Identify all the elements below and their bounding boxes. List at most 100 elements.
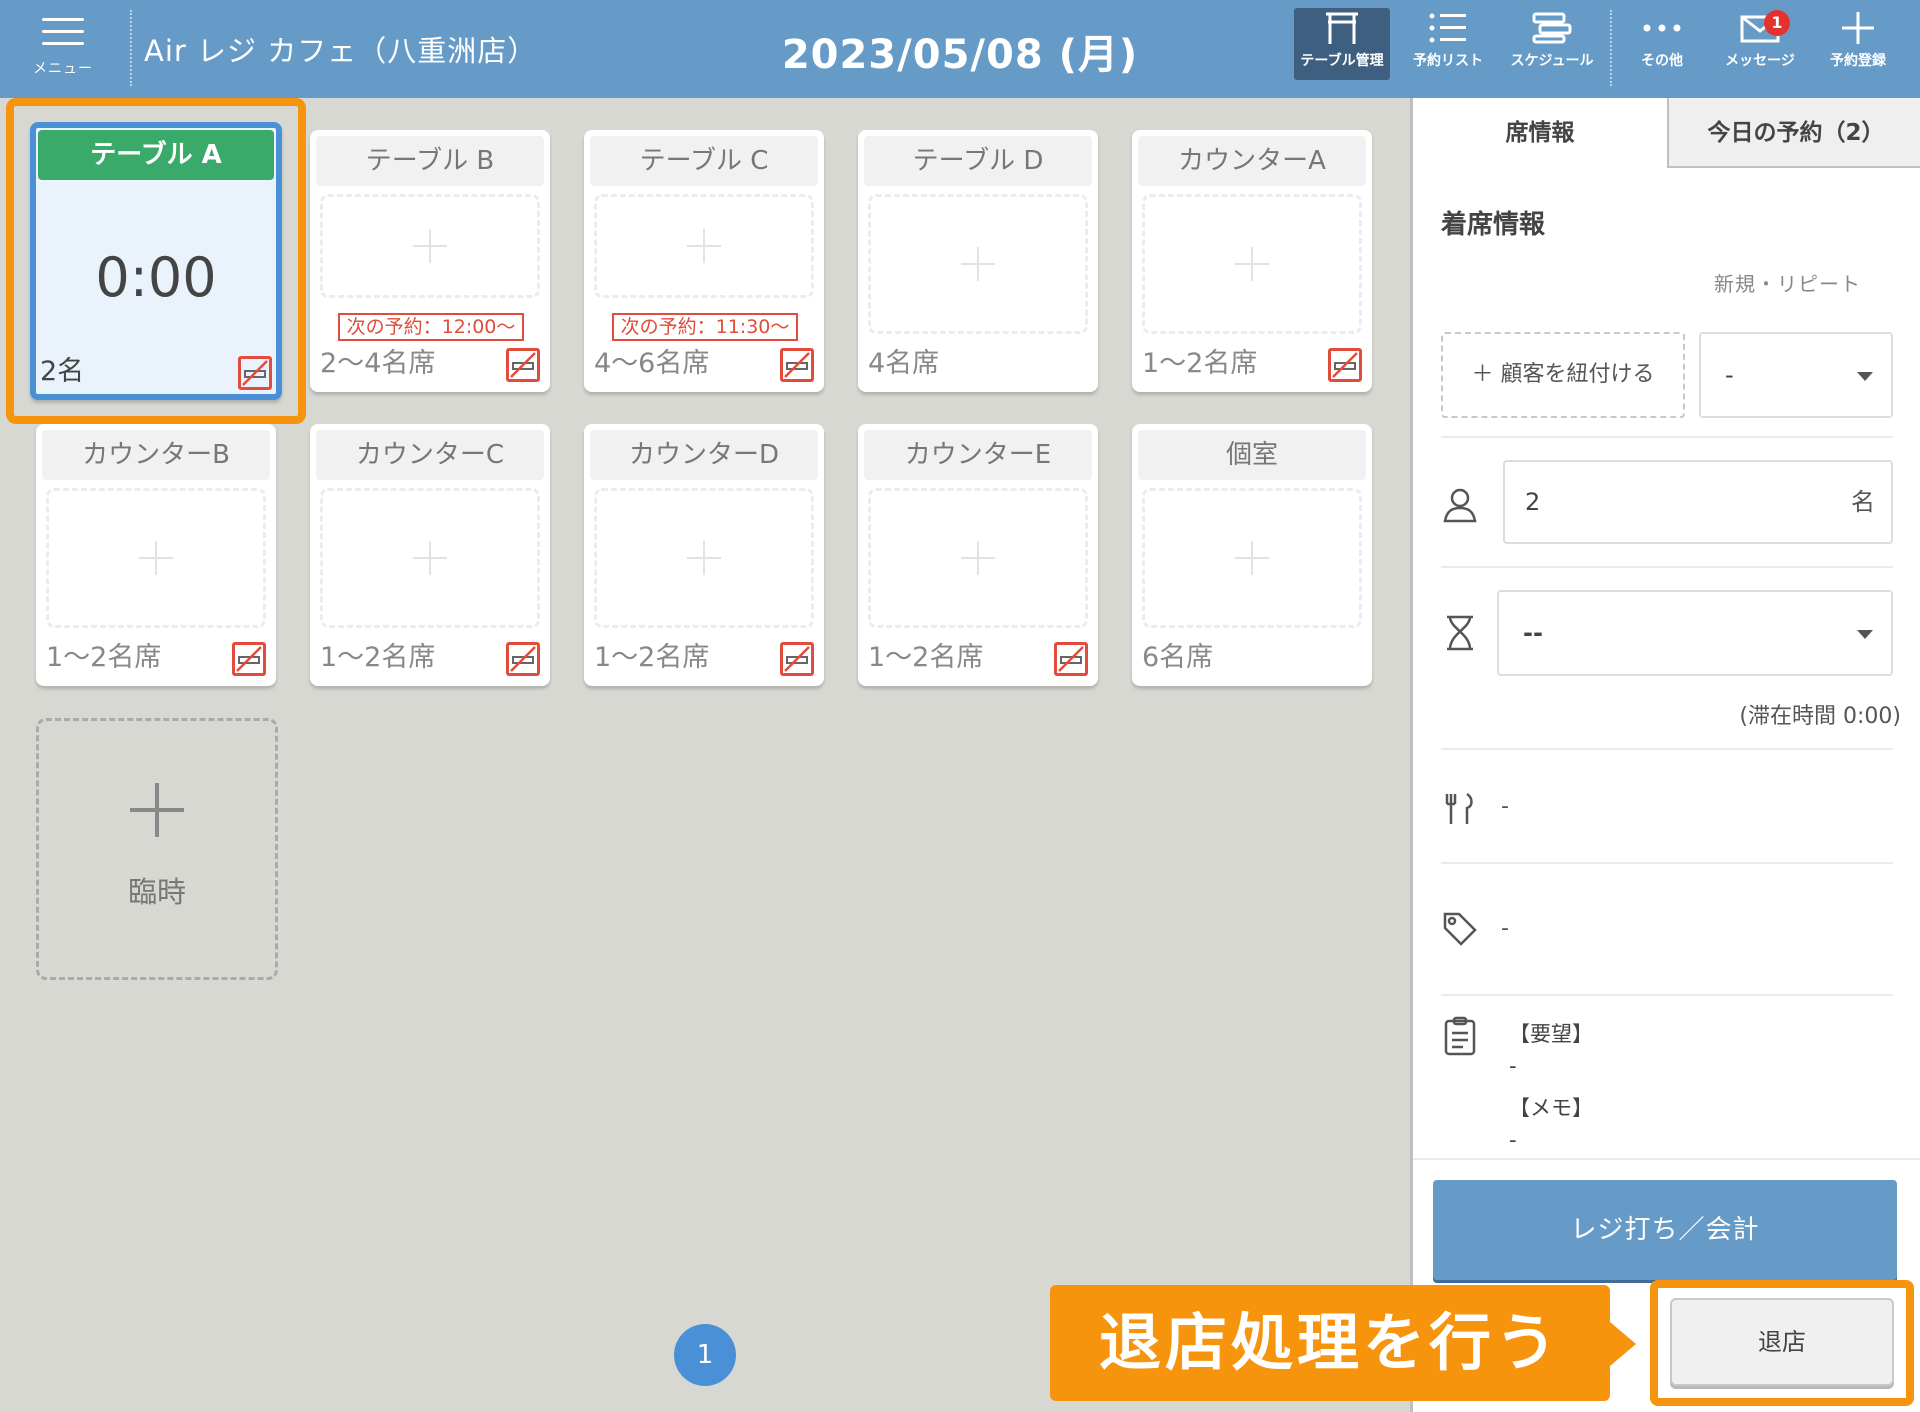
add-seating-slot[interactable] [320,488,540,628]
menu-button[interactable]: メニュー [22,16,104,82]
tag-icon [1441,910,1479,948]
nav-more[interactable]: その他 [1614,8,1710,80]
tag-value: - [1501,916,1509,941]
person-icon [1441,486,1479,524]
table-card-counter-a[interactable]: カウンターA 1〜2名席 [1132,130,1372,392]
add-seating-slot[interactable] [594,488,814,628]
guest-count: 2名 [40,356,85,387]
nav-label: その他 [1641,53,1683,69]
store-name: Air レジ カフェ（八重洲店） [144,34,538,68]
table-name: テーブル B [316,136,544,186]
plus-icon [961,541,995,575]
table-card-counter-b[interactable]: カウンターB 1〜2名席 [36,424,276,686]
nav-label: 予約リスト [1413,53,1483,69]
no-smoking-icon [1328,348,1362,382]
seat-capacity: 1〜2名席 [594,642,710,673]
no-smoking-icon [506,348,540,382]
plus-icon [687,541,721,575]
add-seating-slot[interactable] [868,488,1088,628]
duration-select[interactable]: -- [1497,590,1893,676]
add-seating-slot[interactable] [868,194,1088,334]
header-divider [130,10,132,86]
chevron-down-icon [1857,372,1873,381]
table-card-table-c[interactable]: テーブル C 次の予約：11:30〜 4〜6名席 [584,130,824,392]
nav-label: 予約登録 [1830,53,1886,69]
add-seating-slot[interactable] [46,488,266,628]
no-smoking-icon [232,642,266,676]
repeat-select[interactable]: - [1699,332,1893,418]
table-name: カウンターC [316,430,544,480]
seat-capacity: 2〜4名席 [320,348,436,379]
no-smoking-icon [780,642,814,676]
message-count-badge: 1 [1764,10,1790,36]
divider [1441,862,1893,864]
hourglass-icon [1441,614,1479,652]
divider [1441,566,1893,568]
divider [1413,1158,1920,1160]
schedule-icon [1504,8,1600,48]
seat-capacity: 1〜2名席 [1142,348,1258,379]
list-icon [1400,8,1496,48]
table-card-counter-d[interactable]: カウンターD 1〜2名席 [584,424,824,686]
seat-capacity: 4名席 [868,348,940,379]
hamburger-icon [42,16,84,48]
tab-seat-info[interactable]: 席情報 [1413,98,1667,168]
plus-icon [139,541,173,575]
page-indicator[interactable]: 1 [674,1324,736,1386]
seat-capacity: 6名席 [1142,642,1214,673]
seat-capacity: 1〜2名席 [46,642,162,673]
divider [1441,748,1893,750]
add-seating-slot[interactable] [1142,194,1362,334]
add-seating-slot[interactable] [320,194,540,298]
table-name: テーブル D [864,136,1092,186]
table-card-table-a[interactable]: テーブル A 0:00 2名 [30,122,282,400]
duration-value: -- [1523,619,1543,647]
table-card-table-b[interactable]: テーブル B 次の予約：12:00〜 2〜4名席 [310,130,550,392]
add-temporary-table-button[interactable]: 臨時 [36,718,278,980]
plus-icon [687,229,721,263]
course-value: - [1501,794,1509,819]
table-icon [1294,8,1390,48]
divider [1441,436,1893,438]
guest-count-field[interactable]: 2 名 [1503,460,1893,544]
table-name: カウンターA [1138,136,1366,186]
repeat-label: 新規・リピート [1714,272,1861,296]
elapsed-timer: 0:00 [95,246,217,309]
mail-icon [1712,8,1808,48]
nav-reservation-list[interactable]: 予約リスト [1400,8,1496,80]
table-name: カウンターB [42,430,270,480]
nav-add-reservation[interactable]: 予約登録 [1810,8,1906,80]
table-name: カウンターD [590,430,818,480]
request-label: 【要望】 [1509,1022,1593,1046]
table-card-counter-e[interactable]: カウンターE 1〜2名席 [858,424,1098,686]
nav-messages[interactable]: 1 メッセージ [1712,8,1808,80]
add-seating-slot[interactable] [594,194,814,298]
memo-label: 【メモ】 [1509,1096,1593,1120]
notes-icon [1441,1016,1479,1056]
nav-table-management[interactable]: テーブル管理 [1294,8,1390,80]
link-customer-button[interactable]: ＋ 顧客を紐付ける [1441,332,1685,418]
checkout-button[interactable]: レジ打ち／会計 [1433,1180,1897,1280]
tab-today-reservations[interactable]: 今日の予約（2） [1667,98,1920,168]
table-name: テーブル C [590,136,818,186]
guest-count-value: 2 [1525,488,1541,516]
seat-capacity: 4〜6名席 [594,348,710,379]
nav-label: スケジュール [1510,53,1594,69]
table-card-counter-c[interactable]: カウンターC 1〜2名席 [310,424,550,686]
menu-label: メニュー [33,61,93,77]
nav-label: メッセージ [1725,53,1795,69]
table-card-private-room[interactable]: 個室 6名席 [1132,424,1372,686]
add-seating-slot[interactable] [1142,488,1362,628]
panel-tabs: 席情報 今日の予約（2） [1413,98,1920,168]
plus-icon [1235,541,1269,575]
table-card-table-d[interactable]: テーブル D 4名席 [858,130,1098,392]
exit-button[interactable]: 退店 [1670,1298,1894,1386]
table-name: カウンターE [864,430,1092,480]
plus-icon [413,229,447,263]
nav-schedule[interactable]: スケジュール [1504,8,1600,80]
stay-time: (滞在時間 0:00) [1739,704,1901,729]
plus-icon [1235,247,1269,281]
request-value: - [1509,1054,1517,1078]
no-smoking-icon [238,356,272,390]
app-header: メニュー Air レジ カフェ（八重洲店） 2023/05/08 (月) テーブ… [0,0,1920,98]
